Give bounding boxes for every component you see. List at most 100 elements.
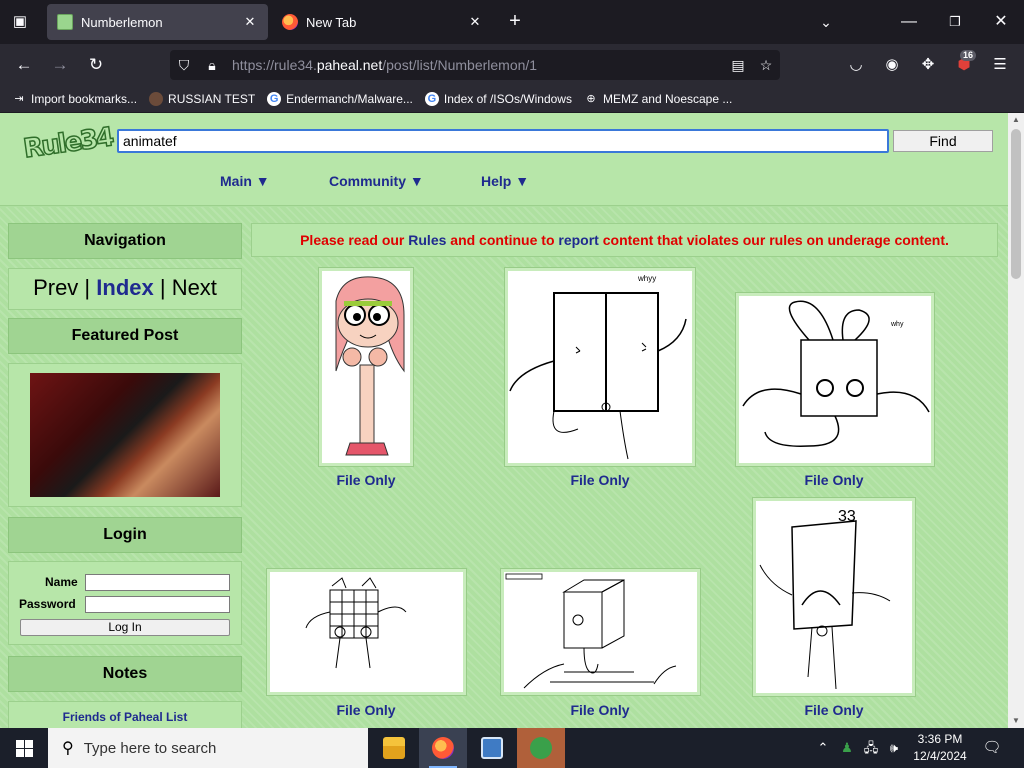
bonzi-taskbar-button[interactable]: [517, 728, 565, 768]
tab-list-icon[interactable]: ▣: [8, 10, 32, 34]
name-field[interactable]: [85, 574, 230, 591]
file-only-link[interactable]: File Only: [286, 702, 446, 718]
navigation-toolbar: ← → ↻ ⛉ 🔒︎ https://rule34.paheal.net/pos…: [0, 44, 1024, 86]
post-thumbnail[interactable]: 33: [752, 497, 916, 697]
file-explorer-taskbar-button[interactable]: [370, 728, 418, 768]
tab-new-tab[interactable]: New Tab ✕: [272, 4, 493, 40]
post-thumbnail[interactable]: whyy: [504, 267, 696, 467]
file-only-link[interactable]: File Only: [520, 472, 680, 488]
thumbnail-image: [504, 572, 697, 692]
menu-community[interactable]: Community ▼: [329, 173, 424, 189]
restore-icon[interactable]: ❐: [932, 0, 978, 44]
menu-help[interactable]: Help ▼: [481, 173, 529, 189]
reader-view-icon[interactable]: ▤: [724, 57, 752, 74]
bookmark-isos[interactable]: G Index of /ISOs/Windows: [424, 92, 572, 106]
russian-favicon-icon: [149, 92, 164, 106]
close-window-icon[interactable]: ✕: [978, 0, 1024, 44]
index-link[interactable]: Index: [96, 275, 153, 300]
rectangle-character-drawing: 33: [759, 508, 891, 690]
featured-post-heading[interactable]: Featured Post: [8, 318, 242, 354]
tab-numberlemon[interactable]: Numberlemon ✕: [47, 4, 268, 40]
close-tab-icon[interactable]: ✕: [467, 14, 483, 30]
chevron-down-icon[interactable]: ⌄: [816, 10, 836, 34]
login-button[interactable]: Log In: [20, 619, 230, 636]
shield-icon[interactable]: ⛉: [170, 57, 198, 74]
friends-link[interactable]: Friends of Paheal List: [63, 710, 188, 724]
search-placeholder: Type here to search: [83, 739, 217, 757]
file-only-link[interactable]: File Only: [754, 702, 914, 718]
post-thumbnail[interactable]: [266, 568, 467, 696]
account-icon[interactable]: ◉: [880, 53, 904, 77]
pocket-icon[interactable]: ◡: [844, 53, 868, 77]
bookmark-star-icon[interactable]: ☆: [752, 57, 780, 74]
file-only-link[interactable]: File Only: [286, 472, 446, 488]
navigation-heading[interactable]: Navigation: [8, 223, 242, 259]
show-hidden-icons-chevron-icon[interactable]: ⌃: [812, 728, 834, 768]
file-only-link[interactable]: File Only: [754, 472, 914, 488]
url-bar[interactable]: ⛉ 🔒︎ https://rule34.paheal.net/post/list…: [170, 50, 780, 80]
windows-logo-quadrant: [16, 749, 24, 757]
url-domain: paheal.net: [316, 57, 383, 73]
site-logo[interactable]: Rule34: [21, 122, 115, 175]
back-arrow-icon[interactable]: ←: [11, 52, 37, 78]
page-scrollbar[interactable]: ▲ ▼: [1008, 113, 1024, 728]
bookmark-russian-test[interactable]: RUSSIAN TEST: [149, 92, 255, 106]
bookmark-memz[interactable]: ⊕ MEMZ and Noescape ...: [584, 92, 732, 106]
lock-icon[interactable]: 🔒︎: [198, 57, 226, 74]
notice-text: Please read our: [300, 232, 409, 248]
prev-link[interactable]: Prev: [33, 275, 78, 300]
search-icon: ⚲: [62, 740, 74, 757]
windows-start-icon[interactable]: [0, 728, 48, 768]
reload-icon[interactable]: ↻: [83, 52, 109, 78]
notes-heading[interactable]: Notes: [8, 656, 242, 692]
taskbar-search-box[interactable]: ⚲ Type here to search: [48, 728, 368, 768]
post-thumbnail[interactable]: [500, 568, 701, 696]
paginator: Prev | Index | Next: [8, 268, 242, 310]
new-tab-button[interactable]: +: [504, 10, 526, 34]
login-heading[interactable]: Login: [8, 517, 242, 553]
find-button[interactable]: Find: [893, 130, 993, 152]
bookmarks-toolbar: ⇥ Import bookmarks... RUSSIAN TEST G End…: [0, 86, 1024, 112]
rule34-favicon-icon: [57, 14, 73, 30]
menu-main[interactable]: Main ▼: [220, 173, 270, 189]
password-field[interactable]: [85, 596, 230, 613]
forward-arrow-icon[interactable]: →: [47, 52, 73, 78]
volume-icon[interactable]: 🕪︎: [883, 728, 905, 768]
windows-logo-quadrant: [25, 740, 33, 748]
menu-hamburger-icon[interactable]: ☰: [988, 53, 1012, 77]
bookmark-endermanch[interactable]: G Endermanch/Malware...: [267, 92, 413, 106]
scribble-text: whyy: [637, 274, 656, 283]
minimize-icon[interactable]: —: [886, 0, 932, 44]
next-link[interactable]: Next: [172, 275, 217, 300]
book-sketch-drawing: whyy: [509, 274, 687, 460]
bookmark-label: Import bookmarks...: [31, 92, 138, 106]
post-thumbnail[interactable]: why: [735, 292, 935, 467]
post-thumbnail[interactable]: [318, 267, 414, 467]
search-input[interactable]: animatef: [117, 129, 889, 153]
rules-link[interactable]: Rules: [408, 232, 446, 248]
tray-app-icon[interactable]: ♟: [836, 728, 858, 768]
news-app-taskbar-button[interactable]: [468, 728, 516, 768]
separator: |: [153, 275, 172, 300]
bookmark-label: Index of /ISOs/Windows: [443, 92, 572, 106]
tab-title: Numberlemon: [81, 14, 163, 30]
scrollbar-thumb[interactable]: [1011, 129, 1021, 279]
file-only-link[interactable]: File Only: [520, 702, 680, 718]
featured-post-block: [8, 363, 242, 507]
taskbar-clock[interactable]: 3:36 PM 12/4/2024: [905, 731, 975, 765]
network-icon[interactable]: 🖧︎: [860, 728, 882, 768]
notifications-icon[interactable]: 🗨︎: [980, 728, 1004, 768]
scroll-up-icon[interactable]: ▲: [1008, 113, 1024, 127]
scroll-down-icon[interactable]: ▼: [1008, 714, 1024, 728]
extensions-icon[interactable]: ✥: [916, 53, 940, 77]
featured-post-image[interactable]: [30, 373, 220, 497]
bookmark-import[interactable]: ⇥ Import bookmarks...: [12, 92, 137, 106]
close-tab-icon[interactable]: ✕: [242, 14, 258, 30]
site-header: Rule34 animatef Find Main ▼ Community ▼ …: [0, 113, 1008, 206]
google-favicon-icon: G: [267, 92, 282, 106]
name-label: Name: [45, 575, 78, 589]
firefox-taskbar-button[interactable]: [419, 728, 467, 768]
bookmark-label: Endermanch/Malware...: [286, 92, 413, 106]
report-link[interactable]: report: [558, 232, 598, 248]
url-text[interactable]: https://rule34.paheal.net/post/list/Numb…: [226, 57, 724, 73]
